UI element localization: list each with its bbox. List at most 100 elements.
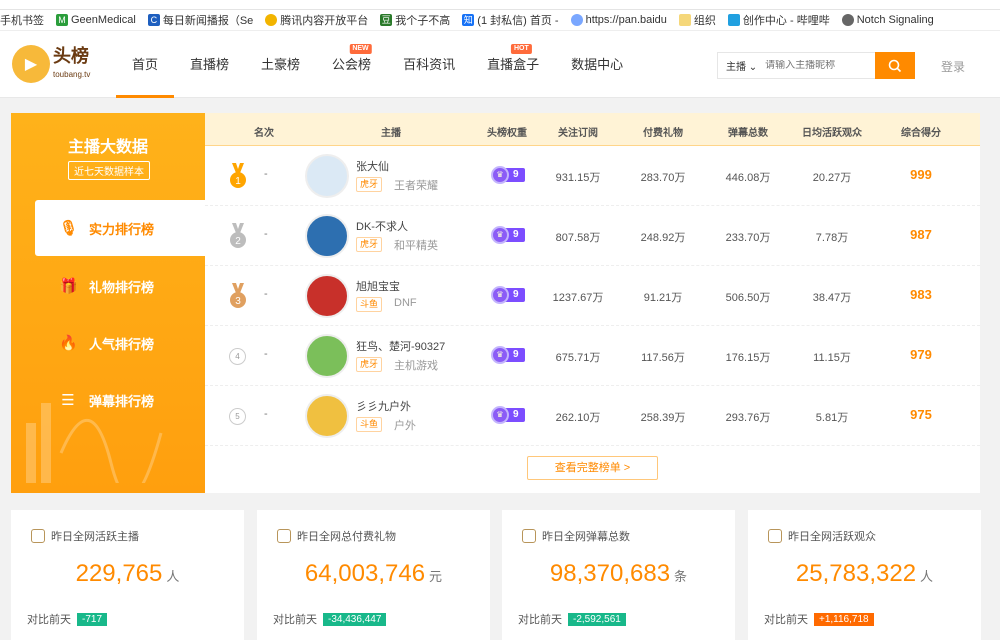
streamer-name[interactable]: 彡彡九户外 — [356, 398, 411, 414]
game-category: 主机游戏 — [394, 360, 438, 372]
nav-home[interactable]: 首页 — [116, 31, 175, 98]
avatar[interactable] — [305, 394, 349, 438]
ranking-panel: 主播大数据 近七天数据样本 🎙 实力排行榜 🎁 礼物排行榜 🔥 人气排行榜 ☰ 弹幕排行… — [11, 113, 980, 493]
nav-data-center[interactable]: 数据中心 — [555, 31, 639, 98]
follow-count: 1237.67万 — [552, 292, 604, 304]
nav-label: 首页 — [132, 57, 159, 72]
rank-change: - — [264, 408, 268, 420]
weight-badge: ♛ 9 — [491, 406, 525, 424]
login-link[interactable]: 登录 — [941, 58, 965, 75]
overall-score: 983 — [910, 287, 932, 302]
search-icon — [888, 59, 902, 72]
bookmark-label: (1 封私信) 首页 - — [477, 15, 559, 27]
bookmark[interactable]: https://pan.baidu — [570, 14, 667, 26]
site-header: ▶ 头榜 toubang.tv 首页 直播榜 土豪榜 NEW 公会榜 百科资讯 HO… — [0, 31, 1000, 98]
stat-unit: 人 — [920, 569, 934, 584]
sidebar-item-strength[interactable]: 🎙 实力排行榜 — [35, 200, 205, 256]
danmu-count: 293.76万 — [725, 412, 771, 424]
active-viewers: 38.47万 — [812, 292, 852, 304]
stat-value: 98,370,683 — [549, 560, 671, 587]
bookmark[interactable]: 知 (1 封私信) 首页 - — [462, 12, 559, 28]
gift-value: 91.21万 — [643, 292, 683, 304]
weight-badge: ♛ 9 — [491, 166, 525, 184]
crown-icon: ♛ — [491, 406, 509, 424]
bookmark[interactable]: M GeenMedical — [56, 14, 136, 26]
gift-value: 117.56万 — [641, 352, 685, 364]
sidebar-title: 主播大数据 — [67, 139, 148, 156]
col-streamer: 主播 — [381, 128, 401, 139]
sidebar-item-danmu[interactable]: ☰ 弹幕排行榜 — [35, 372, 205, 428]
logo-subtext: toubang.tv — [53, 70, 91, 79]
search-button[interactable] — [875, 52, 915, 79]
delta-badge: -2,592,561 — [568, 612, 626, 626]
streamer-activity-icon — [31, 529, 45, 543]
rank-number: 3 — [235, 296, 241, 307]
col-score: 综合得分 — [901, 128, 941, 139]
compare-label: 对比前天 — [273, 614, 317, 626]
avatar[interactable] — [305, 274, 349, 318]
nav-label: 土豪榜 — [261, 57, 301, 72]
bookmark[interactable]: 组织 — [678, 12, 716, 28]
bookmark[interactable]: C 每日新闻播报（Se — [147, 12, 253, 28]
nav-guild-rank[interactable]: NEW 公会榜 — [316, 31, 387, 98]
active-viewers: 7.78万 — [815, 232, 849, 244]
stat-title: 昨日全网总付费礼物 — [297, 531, 396, 543]
bookmark-icon: 知 — [462, 14, 475, 26]
medal-icon: 3 — [230, 283, 246, 308]
search-scope-select[interactable]: 主播 ⌄ — [718, 58, 765, 73]
logo[interactable]: ▶ 头榜 toubang.tv — [12, 45, 90, 83]
danmu-count: 233.70万 — [725, 232, 771, 244]
bookmark[interactable]: 豆我个子不高 — [380, 12, 450, 28]
streamer-name[interactable]: 张大仙 — [356, 158, 389, 174]
active-viewers: 11.15万 — [813, 352, 851, 364]
table-header: 名次 主播 头榜权重 关注订阅 付费礼物 弹幕总数 日均活跃观众 综合得分 — [205, 113, 980, 146]
streamer-name[interactable]: DK-不求人 — [356, 218, 408, 234]
nav-live-box[interactable]: HOT 直播盒子 — [471, 31, 555, 98]
sidebar-item-popularity[interactable]: 🔥 人气排行榜 — [35, 315, 205, 371]
sidebar-item-label: 礼物排行榜 — [89, 279, 155, 295]
stat-unit: 人 — [166, 569, 180, 584]
bookmark[interactable]: 手机书签 — [0, 12, 44, 28]
bookmark-icon: M — [56, 14, 68, 26]
streamer-name[interactable]: 狂鸟、楚河-90327 — [356, 338, 445, 354]
crown-icon: ♛ — [491, 286, 509, 304]
stat-title: 昨日全网弹幕总数 — [542, 531, 630, 543]
follow-count: 807.58万 — [555, 232, 601, 244]
streamer-name[interactable]: 旭旭宝宝 — [356, 278, 400, 294]
table-row[interactable]: 3 - 旭旭宝宝 斗鱼 DNF ♛ 9 1237.67万 91.21万 506.5… — [205, 266, 980, 326]
active-viewers: 20.27万 — [812, 172, 852, 184]
bookmark[interactable]: 腾讯内容开放平台 — [265, 12, 368, 28]
nav-tycoon-rank[interactable]: 土豪榜 — [245, 31, 316, 98]
stat-title: 昨日全网活跃主播 — [51, 531, 139, 543]
table-row[interactable]: 4 - 狂鸟、楚河-90327 虎牙 主机游戏 ♛ 9 675.71万 117.5… — [205, 326, 980, 386]
new-badge: NEW — [349, 44, 372, 54]
nav-label: 公会榜 — [332, 57, 372, 72]
compare-label: 对比前天 — [27, 614, 71, 626]
table-row[interactable]: 1 - 张大仙 虎牙 王者荣耀 ♛ 9 931.15万 283.70万 446.0… — [205, 146, 980, 206]
avatar[interactable] — [305, 334, 349, 378]
browser-toolbar — [0, 0, 1000, 10]
view-full-list-button[interactable]: 查看完整榜单 > — [527, 456, 658, 480]
nav-wiki-news[interactable]: 百科资讯 — [387, 31, 471, 98]
bookmark-icon — [265, 14, 278, 26]
sidebar-item-label: 实力排行榜 — [89, 221, 155, 237]
stat-card: 昨日全网活跃主播 229,765 人 对比前天 -717 — [11, 510, 244, 640]
rank-change: - — [264, 168, 268, 180]
avatar[interactable] — [305, 154, 349, 198]
avatar[interactable] — [305, 214, 349, 258]
sidebar-item-gift[interactable]: 🎁 礼物排行榜 — [35, 258, 205, 314]
sidebar-item-label: 弹幕排行榜 — [89, 393, 155, 409]
game-category: 和平精英 — [394, 240, 438, 252]
nav-label: 直播盒子 — [487, 57, 540, 72]
table-row[interactable]: 5 - 彡彡九户外 斗鱼 户外 ♛ 9 262.10万 258.39万 293.7… — [205, 386, 980, 446]
col-active: 日均活跃观众 — [802, 128, 862, 139]
overall-score: 999 — [910, 167, 932, 182]
table-row[interactable]: 2 - DK-不求人 虎牙 和平精英 ♛ 9 807.58万 248.92万 23… — [205, 206, 980, 266]
bookmark[interactable]: 创作中心 - 哔哩哔 — [727, 12, 830, 28]
bookmark[interactable]: Notch Signaling — [841, 14, 934, 26]
rank-number: 1 — [235, 176, 241, 187]
col-follow: 关注订阅 — [558, 128, 598, 139]
bookmark-label: GeenMedical — [71, 14, 136, 26]
nav-live-rank[interactable]: 直播榜 — [174, 31, 245, 98]
search-input[interactable] — [765, 60, 874, 71]
